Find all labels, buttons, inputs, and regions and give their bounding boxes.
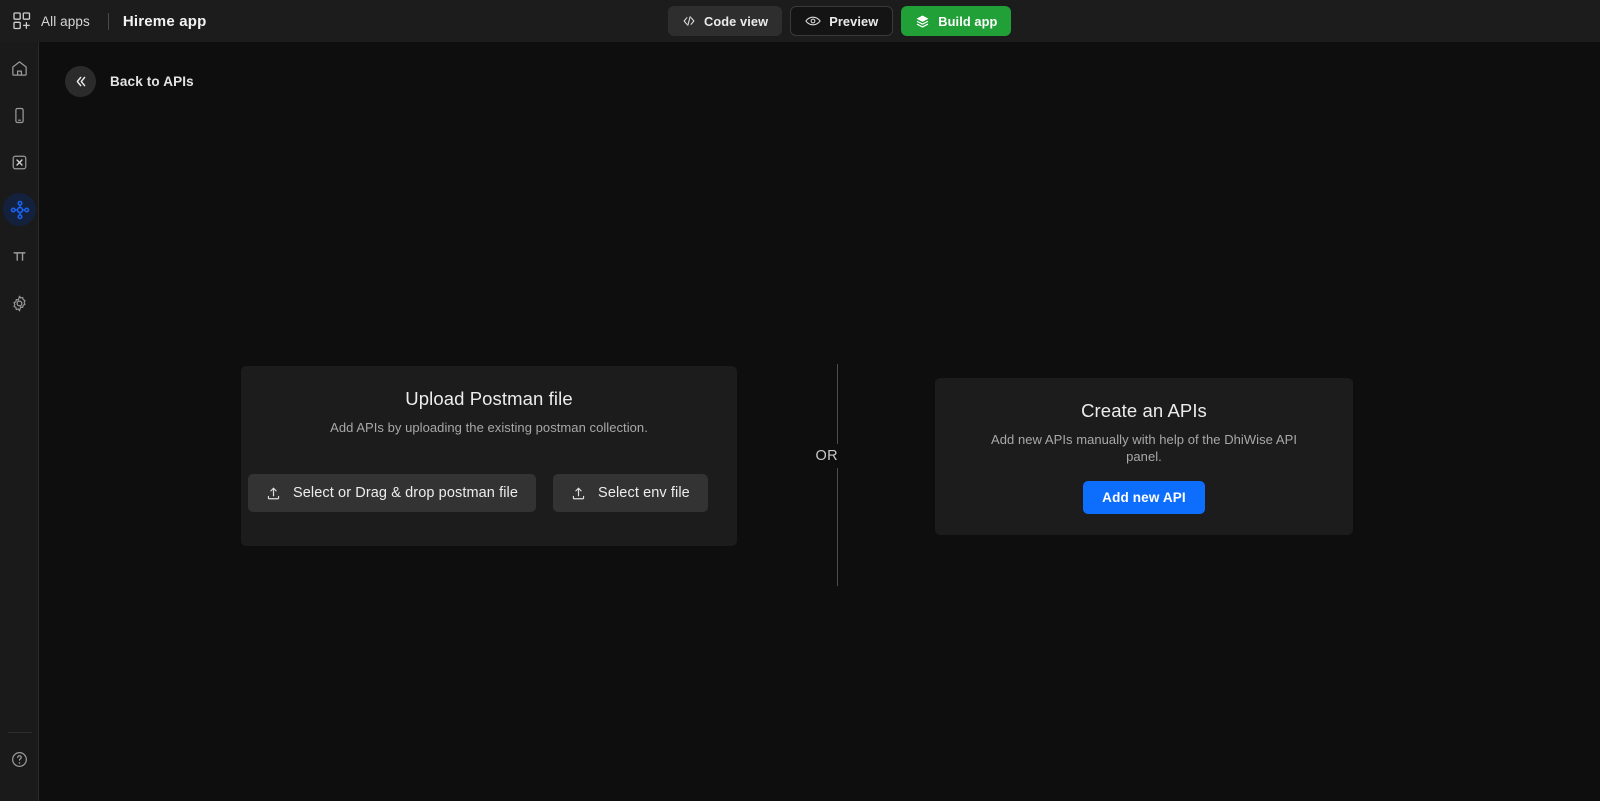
topbar-divider <box>107 12 109 30</box>
x-box-icon <box>10 153 29 172</box>
sidebar-item-settings[interactable] <box>3 287 36 320</box>
app-title: Hireme app <box>122 12 207 30</box>
all-apps-label: All apps <box>41 13 90 29</box>
select-env-file-label: Select env file <box>598 485 690 501</box>
all-apps-button[interactable]: All apps <box>6 7 96 35</box>
back-to-apis-label: Back to APIs <box>110 74 194 89</box>
gear-icon <box>10 294 29 313</box>
upload-icon <box>571 486 586 501</box>
mobile-device-icon <box>10 106 29 125</box>
sidebar-divider <box>8 732 32 733</box>
eye-icon <box>805 14 821 28</box>
preview-label: Preview <box>829 13 879 29</box>
upload-card-subtitle: Add APIs by uploading the existing postm… <box>330 420 648 435</box>
left-sidebar <box>0 42 39 801</box>
back-to-apis-button[interactable]: Back to APIs <box>65 66 194 97</box>
upload-card-title: Upload Postman file <box>405 388 573 409</box>
select-env-file-button[interactable]: Select env file <box>553 474 708 512</box>
create-card-actions: Add new API <box>935 481 1353 514</box>
upload-postman-card: Upload Postman file Add APIs by uploadin… <box>241 366 737 546</box>
sidebar-item-home[interactable] <box>3 52 36 85</box>
grid-plus-icon <box>12 11 32 31</box>
code-view-button[interactable]: Code view <box>668 6 783 36</box>
sidebar-item-constants[interactable] <box>3 240 36 273</box>
main-content: Back to APIs Upload Postman file Add API… <box>40 42 1600 801</box>
topbar-actions: Code view Preview Build app <box>668 6 1012 36</box>
create-api-card: Create an APIs Add new APIs manually wit… <box>935 378 1353 535</box>
sidebar-item-screens[interactable] <box>3 99 36 132</box>
top-bar: All apps Hireme app Code view Preview Bu… <box>0 0 1600 42</box>
create-card-subtitle: Add new APIs manually with help of the D… <box>991 432 1297 464</box>
home-icon <box>10 59 29 78</box>
select-postman-file-label: Select or Drag & drop postman file <box>293 485 519 501</box>
sidebar-item-apis[interactable] <box>3 193 36 226</box>
pi-icon <box>10 247 29 266</box>
upload-icon <box>266 486 281 501</box>
upload-card-actions: Select or Drag & drop postman file Selec… <box>248 474 708 512</box>
code-view-label: Code view <box>704 13 769 29</box>
or-divider-line <box>837 364 838 586</box>
layers-stack-icon <box>915 14 930 29</box>
code-brackets-icon <box>682 14 696 28</box>
build-app-label: Build app <box>938 13 998 29</box>
build-app-button[interactable]: Build app <box>901 6 1012 36</box>
create-card-title: Create an APIs <box>1081 400 1207 421</box>
preview-button[interactable]: Preview <box>790 6 894 36</box>
select-postman-file-button[interactable]: Select or Drag & drop postman file <box>248 474 537 512</box>
question-circle-icon <box>10 750 29 774</box>
help-button[interactable] <box>3 745 36 778</box>
chevron-double-left-icon <box>65 66 96 97</box>
sidebar-item-data-models[interactable] <box>3 146 36 179</box>
api-node-icon <box>10 200 30 220</box>
or-divider-label: OR <box>802 444 838 468</box>
add-new-api-button[interactable]: Add new API <box>1083 481 1205 514</box>
